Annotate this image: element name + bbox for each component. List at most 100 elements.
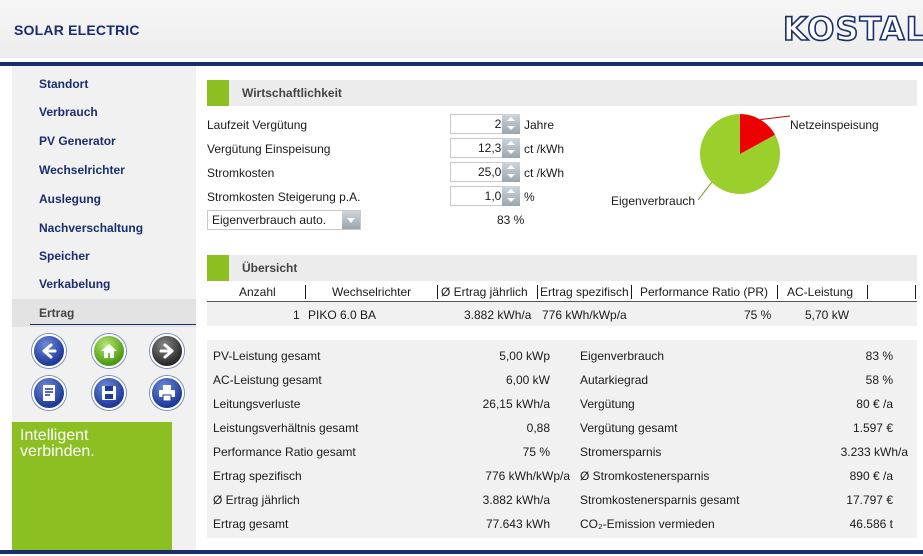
sidebar-item-verbrauch[interactable]: Verbrauch xyxy=(12,98,196,126)
col-separator xyxy=(537,285,538,299)
feed-in-tariff-label: Vergütung Einspeisung xyxy=(207,142,331,156)
summary-label: Ø Stromkostenersparnis xyxy=(580,469,710,483)
self-consumption-select[interactable]: Eigenverbrauch auto. xyxy=(207,210,361,230)
back-button[interactable] xyxy=(32,334,66,368)
electricity-cost-unit: ct /kWh xyxy=(524,166,565,180)
summary-label: Stromkostenersparnis gesamt xyxy=(580,493,740,507)
summary-value: 0,88 xyxy=(526,421,550,435)
runtime-stepper[interactable] xyxy=(502,114,520,134)
report-button[interactable] xyxy=(32,376,66,410)
print-button[interactable] xyxy=(150,376,184,410)
overview-table-header: Anzahl Wechselrichter Ø Ertrag jährlich … xyxy=(207,283,917,301)
col-header-ac-power: AC-Leistung xyxy=(787,285,854,299)
electricity-cost-label: Stromkosten xyxy=(207,166,275,180)
app-header: SOLAR ELECTRIC KOSTAL xyxy=(0,0,923,58)
arrow-right-icon xyxy=(159,343,174,359)
summary-label: Vergütung xyxy=(580,397,635,411)
forward-button[interactable] xyxy=(150,334,184,368)
sidebar-item-pv-generator[interactable]: PV Generator xyxy=(12,127,196,155)
summary-value: 5,00 kWp xyxy=(499,349,550,363)
summary-value: 77.643 kWh xyxy=(485,517,550,531)
sidebar-item-verkabelung[interactable]: Verkabelung xyxy=(12,270,196,298)
sidebar-item-ertrag[interactable]: Ertrag xyxy=(12,299,196,327)
summary-label: Stromersparnis xyxy=(580,445,662,459)
kostal-logo: KOSTAL xyxy=(782,9,923,49)
summary-value: 58 % xyxy=(865,373,893,387)
pie-label-feed-in: Netzeinspeisung xyxy=(790,118,879,132)
sidebar-item-auslegung[interactable]: Auslegung xyxy=(12,185,196,213)
brand-title: SOLAR ELECTRIC xyxy=(14,22,140,38)
sidebar-item-nachverschaltung[interactable]: Nachverschaltung xyxy=(12,214,196,242)
summary-panel: PV-Leistung gesamt 5,00 kWp AC-Leistung … xyxy=(207,340,917,538)
summary-value: 1.597 € xyxy=(852,421,893,435)
summary-label: Ø Ertrag jährlich xyxy=(213,493,300,507)
pie-label-self-consumption: Eigenverbrauch xyxy=(611,194,696,208)
print-icon xyxy=(159,385,175,402)
cell-yield-specific: 776 kWh/kWp/a xyxy=(542,308,627,322)
summary-value: 890 € /a xyxy=(849,469,893,483)
promo-line-1: Intelligent xyxy=(20,427,89,444)
summary-label: Eigenverbrauch xyxy=(580,349,665,363)
table-row[interactable]: 1 PIKO 6.0 BA 3.882 kWh/a 776 kWh/kWp/a … xyxy=(207,302,917,326)
summary-value: 776 kWh/kWp/a xyxy=(485,469,570,483)
save-icon xyxy=(102,386,116,400)
self-consumption-pie xyxy=(697,114,790,201)
cost-increase-stepper[interactable] xyxy=(502,186,520,206)
col-header-yield-annual: Ø Ertrag jährlich xyxy=(441,285,528,299)
summary-value: 75 % xyxy=(522,445,550,459)
section-marker xyxy=(207,80,229,106)
summary-label: Performance Ratio gesamt xyxy=(213,445,356,459)
save-button[interactable] xyxy=(92,376,126,410)
col-separator xyxy=(305,285,306,299)
electricity-cost-stepper[interactable] xyxy=(502,162,520,182)
sidebar-item-speicher[interactable]: Speicher xyxy=(12,242,196,270)
col-separator xyxy=(867,285,868,299)
col-header-count: Anzahl xyxy=(239,285,276,299)
sidebar-item-wechselrichter[interactable]: Wechselrichter xyxy=(12,156,196,184)
footer-divider xyxy=(0,550,923,554)
feed-in-tariff-stepper[interactable] xyxy=(502,138,520,158)
promo-line-2: verbinden. xyxy=(20,443,95,460)
runtime-unit: Jahre xyxy=(524,118,555,132)
cost-increase-label: Stromkosten Steigerung p.A. xyxy=(207,190,361,204)
summary-value: 6,00 kW xyxy=(505,373,550,387)
cell-inverter: PIKO 6.0 BA xyxy=(308,308,377,322)
cell-yield-annual: 3.882 kWh/a xyxy=(464,308,532,322)
col-separator xyxy=(437,285,438,299)
report-icon xyxy=(43,385,55,401)
summary-value: 83 % xyxy=(865,349,893,363)
summary-label: Leistungsverhältnis gesamt xyxy=(213,421,359,435)
col-separator xyxy=(777,285,778,299)
sidebar-item-standort[interactable]: Standort xyxy=(12,70,196,98)
summary-value: 46.586 t xyxy=(849,517,893,531)
home-icon xyxy=(101,344,117,358)
summary-value: 3.882 kWh/a xyxy=(482,493,550,507)
economics-title: Wirtschaftlichkeit xyxy=(242,86,342,100)
runtime-label: Laufzeit Vergütung xyxy=(207,118,308,132)
summary-label: Ertrag gesamt xyxy=(213,517,289,531)
summary-label: PV-Leistung gesamt xyxy=(213,349,321,363)
economics-section-header: Wirtschaftlichkeit xyxy=(207,80,917,106)
col-header-yield-specific: Ertrag spezifisch xyxy=(540,285,629,299)
summary-label: Autarkiegrad xyxy=(580,373,649,387)
feed-in-leader-line xyxy=(760,115,790,121)
cell-count: 1 xyxy=(293,308,300,322)
arrow-left-icon xyxy=(42,343,57,359)
sidebar-divider xyxy=(30,324,196,325)
col-header-pr: Performance Ratio (PR) xyxy=(640,285,769,299)
col-separator xyxy=(631,285,632,299)
summary-label: Vergütung gesamt xyxy=(580,421,678,435)
self-leader-line xyxy=(697,181,713,201)
chevron-down-icon[interactable] xyxy=(342,211,360,229)
summary-value: 17.797 € xyxy=(846,493,893,507)
summary-label: AC-Leistung gesamt xyxy=(213,373,322,387)
feed-in-tariff-unit: ct /kWh xyxy=(524,142,565,156)
home-button[interactable] xyxy=(92,334,126,368)
cell-pr: 75 % xyxy=(744,308,772,322)
col-separator xyxy=(915,285,916,299)
self-consumption-select-value: Eigenverbrauch auto. xyxy=(212,213,327,227)
summary-value: 80 € /a xyxy=(856,397,893,411)
cell-ac-power: 5,70 kW xyxy=(805,308,850,322)
self-consumption-value: 83 % xyxy=(497,213,525,227)
cost-increase-unit: % xyxy=(524,190,535,204)
